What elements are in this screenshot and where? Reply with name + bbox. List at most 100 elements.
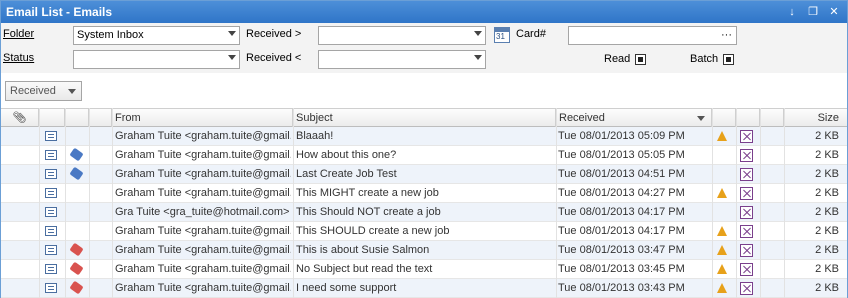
table-row[interactable]: Graham Tuite <graham.tuite@gmail.com> I n…: [1, 279, 847, 298]
email-type-icon: [45, 207, 57, 217]
email-type-icon: [45, 131, 57, 141]
folder-select[interactable]: System Inbox: [73, 26, 240, 45]
calendar-icon[interactable]: 31: [494, 27, 510, 43]
subject-column-header[interactable]: Subject: [293, 109, 556, 127]
column-divider: [760, 108, 761, 298]
envelope-status-icon: [740, 149, 753, 162]
subject-cell: No Subject but read the text: [296, 263, 433, 275]
size-cell: 2 KB: [815, 244, 839, 256]
size-cell: 2 KB: [815, 168, 839, 180]
warning-icon: [717, 188, 727, 198]
card-input[interactable]: ···: [568, 26, 737, 45]
size-cell: 2 KB: [815, 187, 839, 199]
received-before-label: Received <: [246, 52, 302, 64]
from-column-header[interactable]: From: [112, 109, 293, 127]
envelope-status-icon: [740, 206, 753, 219]
table-row[interactable]: Graham Tuite <graham.tuite@gmail.com> Thi…: [1, 241, 847, 260]
table-row[interactable]: Graham Tuite <graham.tuite@gmail.com> No …: [1, 260, 847, 279]
card-label: Card#: [516, 28, 546, 40]
received-cell: Tue 08/01/2013 04:27 PM: [558, 187, 685, 199]
from-cell: Graham Tuite <graham.tuite@gmail.com>: [115, 282, 291, 294]
sort-descending-icon: [697, 116, 705, 121]
from-cell: Gra Tuite <gra_tuite@hotmail.com>: [115, 206, 290, 218]
ellipsis-icon[interactable]: ···: [721, 27, 732, 44]
subject-cell: Blaaah!: [296, 130, 334, 142]
status-select[interactable]: [73, 50, 240, 69]
from-cell: Graham Tuite <graham.tuite@gmail.com>: [115, 130, 291, 142]
restore-icon[interactable]: ❐: [806, 5, 820, 19]
extra-column-header[interactable]: [760, 109, 784, 127]
table-row[interactable]: Graham Tuite <graham.tuite@gmail.com> How…: [1, 146, 847, 165]
close-icon[interactable]: ✕: [827, 5, 841, 19]
table-row[interactable]: Graham Tuite <graham.tuite@gmail.com> Thi…: [1, 184, 847, 203]
email-type-icon: [45, 188, 57, 198]
tag-icon: [69, 166, 84, 181]
received-cell: Tue 08/01/2013 04:17 PM: [558, 206, 685, 218]
table-row[interactable]: Gra Tuite <gra_tuite@hotmail.com> This Sh…: [1, 203, 847, 222]
read-label: Read: [604, 53, 631, 65]
table-row[interactable]: Graham Tuite <graham.tuite@gmail.com> Thi…: [1, 222, 847, 241]
folder-value: System Inbox: [77, 29, 144, 41]
size-cell: 2 KB: [815, 149, 839, 161]
table-row[interactable]: Graham Tuite <graham.tuite@gmail.com> Las…: [1, 165, 847, 184]
tag-icon: [69, 242, 84, 257]
column-divider: [39, 108, 40, 298]
chevron-down-icon: [68, 89, 76, 94]
size-cell: 2 KB: [815, 263, 839, 275]
batch-label: Batch: [690, 53, 719, 65]
chevron-down-icon: [228, 31, 236, 36]
email-type-icon: [45, 226, 57, 236]
envelope-status-icon: [740, 225, 753, 238]
subject-cell: This SHOULD create a new job: [296, 225, 450, 237]
column-divider: [784, 108, 785, 298]
received-cell: Tue 08/01/2013 03:43 PM: [558, 282, 685, 294]
tag-column-header[interactable]: [65, 109, 89, 127]
from-cell: Graham Tuite <graham.tuite@gmail.com>: [115, 225, 291, 237]
column-divider: [712, 108, 713, 298]
flag-column-header[interactable]: [89, 109, 112, 127]
received-cell: Tue 08/01/2013 05:09 PM: [558, 130, 685, 142]
tag-icon: [69, 280, 84, 295]
envelope-status-icon: [740, 187, 753, 200]
warning-icon: [717, 264, 727, 274]
email-type-icon: [45, 283, 57, 293]
group-by-bar: Received: [1, 73, 847, 107]
email-type-icon: [45, 150, 57, 160]
size-cell: 2 KB: [815, 225, 839, 237]
from-cell: Graham Tuite <graham.tuite@gmail.com>: [115, 168, 291, 180]
received-cell: Tue 08/01/2013 04:51 PM: [558, 168, 685, 180]
column-divider: [65, 108, 66, 298]
from-cell: Graham Tuite <graham.tuite@gmail.com>: [115, 244, 291, 256]
received-column-header[interactable]: Received: [556, 109, 712, 127]
warning-column-header[interactable]: [712, 109, 736, 127]
subject-cell: I need some support: [296, 282, 397, 294]
batch-checkbox[interactable]: [723, 54, 734, 65]
column-divider: [293, 108, 294, 298]
pin-icon[interactable]: ↓: [785, 5, 799, 19]
chevron-down-icon: [474, 55, 482, 60]
received-cell: Tue 08/01/2013 03:47 PM: [558, 244, 685, 256]
envelope-status-icon: [740, 168, 753, 181]
subject-cell: Last Create Job Test: [296, 168, 397, 180]
size-cell: 2 KB: [815, 130, 839, 142]
email-type-icon: [45, 264, 57, 274]
group-by-received-button[interactable]: Received: [5, 81, 82, 101]
column-divider: [112, 108, 113, 298]
envelope-status-icon: [740, 263, 753, 276]
subject-cell: This Should NOT create a job: [296, 206, 441, 218]
window-title: Email List - Emails: [6, 5, 113, 19]
grid-header: 📎︎ From Subject Received Size: [1, 108, 847, 127]
filter-panel: Folder System Inbox Status Received > Re…: [1, 23, 847, 73]
received-before-select[interactable]: [318, 50, 486, 69]
received-cell: Tue 08/01/2013 03:45 PM: [558, 263, 685, 275]
received-header-label: Received: [559, 112, 605, 124]
received-after-select[interactable]: [318, 26, 486, 45]
table-row[interactable]: Graham Tuite <graham.tuite@gmail.com> Bla…: [1, 127, 847, 146]
read-checkbox[interactable]: [635, 54, 646, 65]
size-column-header[interactable]: Size: [784, 109, 847, 127]
status-column-header[interactable]: [736, 109, 760, 127]
attachment-column-header[interactable]: 📎︎: [1, 109, 39, 127]
email-type-icon: [45, 245, 57, 255]
tag-icon: [69, 261, 84, 276]
type-column-header[interactable]: [39, 109, 65, 127]
